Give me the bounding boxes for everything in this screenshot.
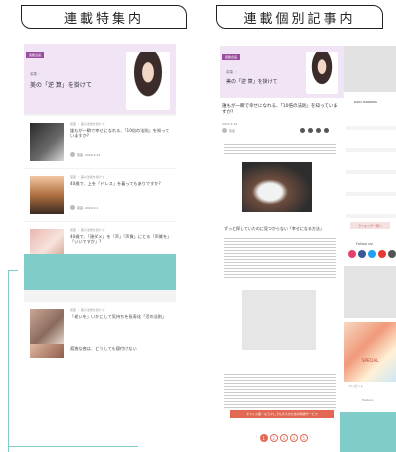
- card-meta: 茉菓 ・ 美の法則を掛けて: [70, 308, 105, 312]
- cta-label: オフィス美・もう少しでも大人のための情報サービス: [246, 412, 318, 416]
- card-date: 2022.4.19: [85, 152, 101, 157]
- card-title: 誰もが一瞬で幸せになれる、「10倍の法則」を知っていますか?: [70, 128, 170, 139]
- article-card[interactable]: 茉菓 ・ 美の法則を掛けて 40歳で、上を「ドレス」を着ってもありですか? 茉菓…: [24, 169, 176, 221]
- body-text-block: [224, 142, 336, 156]
- ranking-more-label: ランキング一覧へ: [358, 223, 382, 228]
- hero-title: 美の「逆 算」を掛けて: [226, 79, 278, 85]
- hero-title: 美の「逆 算」を掛けて: [30, 82, 92, 89]
- teal-outline-left: [8, 270, 18, 452]
- article-author: 茉菓: [222, 128, 235, 133]
- card-meta: 茉菓 ・ 美の法則を掛けて: [70, 175, 105, 179]
- share-icon[interactable]: [324, 128, 329, 133]
- ranking-heading: DAILY RANKING: [354, 100, 377, 104]
- card-thumbnail: [30, 176, 64, 214]
- card-author-name: 茉菓: [77, 152, 84, 157]
- tab-label: 連載個別記事内: [243, 11, 356, 27]
- youtube-icon[interactable]: [378, 250, 386, 258]
- tab-label: 連載特集内: [63, 11, 144, 27]
- sidebar-feature-banners: [344, 322, 396, 382]
- article-card[interactable]: 孤独な夜は、どうしても寝付けない: [24, 344, 176, 358]
- share-icons: [300, 128, 329, 133]
- card-author: 茉菓 2022.4.19: [70, 152, 100, 157]
- page-number[interactable]: 4: [289, 434, 298, 442]
- author-portrait: [126, 52, 170, 110]
- page-number[interactable]: 2: [269, 434, 278, 442]
- card-title: 40歳で、「顔ダメ」を「声」「声質」にとる「声質を」「いいですか」?: [70, 234, 172, 245]
- author-avatar: [70, 205, 75, 210]
- ranking-more-button[interactable]: ランキング一覧へ: [350, 222, 390, 229]
- article-hero: 連載企画 茉菓 ・ 美の「逆 算」を掛けて: [220, 46, 344, 98]
- page-number[interactable]: 5: [299, 434, 308, 442]
- page-number[interactable]: 3: [279, 434, 288, 442]
- instagram-icon[interactable]: [348, 250, 356, 258]
- article-date: 2022.4.19: [222, 122, 238, 126]
- article-sidebar: DAILY RANKING ランキング一覧へ Follow us! SPECIA…: [344, 46, 396, 406]
- page-next-icon[interactable]: ›: [310, 434, 312, 442]
- body-text-block: [224, 236, 336, 280]
- teal-outline-bottom: [8, 446, 138, 452]
- page: 連載特集内 連載個別記事内 連載企画 茉菓 ・ 美の「逆 算」を掛けて 茉菓 ・…: [0, 0, 396, 452]
- twitter-icon[interactable]: [368, 250, 376, 258]
- feature-heading: Feature: [362, 398, 374, 402]
- tab-series-article[interactable]: 連載個別記事内: [216, 5, 383, 29]
- ranking-list: [346, 108, 396, 218]
- author-name: 茉菓: [229, 128, 236, 133]
- article-card[interactable]: 茉菓 ・ 美の法則を掛けて 誰もが一瞬で幸せになれる、「10倍の法則」を知ってい…: [24, 116, 176, 168]
- cta-banner[interactable]: オフィス美・もう少しでも大人のための情報サービス: [230, 410, 334, 418]
- sidebar-banner: [344, 46, 396, 92]
- card-title: 孤独な夜は、どうしても寝付けない: [70, 346, 137, 351]
- hero-category: 茉菓 ・: [30, 72, 42, 76]
- page-number[interactable]: 1: [259, 434, 268, 442]
- share-icon[interactable]: [308, 128, 313, 133]
- share-icon[interactable]: [300, 128, 305, 133]
- share-icon[interactable]: [316, 128, 321, 133]
- hero-category: 茉菓 ・: [226, 70, 238, 74]
- social-icons: [348, 250, 396, 258]
- body-text-block: [224, 372, 336, 408]
- series-badge: 連載企画: [222, 54, 241, 60]
- special-banner-text: SPECIAL: [362, 358, 379, 363]
- pagination: ‹ 1 2 3 4 5 ›: [256, 434, 311, 442]
- article-image-placeholder: [242, 290, 316, 350]
- author-avatar: [222, 128, 227, 133]
- tab-series-feature[interactable]: 連載特集内: [21, 5, 187, 29]
- card-thumbnail: [30, 123, 64, 161]
- facebook-icon[interactable]: [358, 250, 366, 258]
- sidebar-ad-placeholder: [344, 266, 396, 318]
- teal-block-left: [24, 254, 176, 290]
- follow-heading: Follow us!: [356, 242, 374, 246]
- card-author: 茉菓 2022.4.1: [70, 205, 98, 210]
- series-badge: 連載企画: [26, 52, 45, 58]
- card-title: 「老いを」いかにして気持ちを長寿化「活の法則」: [70, 314, 167, 319]
- card-thumbnail: [30, 344, 64, 358]
- teal-block-right: [340, 412, 396, 452]
- card-title: 40歳で、上を「ドレス」を着ってもありですか?: [70, 181, 161, 186]
- author-avatar: [70, 152, 75, 157]
- card-meta: 茉菓 ・ 美の法則を掛けて: [70, 122, 105, 126]
- card-author-name: 茉菓: [77, 205, 84, 210]
- card-meta: 茉菓 ・ 美の法則を掛けて: [70, 228, 105, 232]
- section-heading: ずっと探していたのに見つからない「幸せになる方法」: [224, 226, 324, 231]
- article-photo: [242, 162, 312, 212]
- feature-page-mock: 連載企画 茉菓 ・ 美の「逆 算」を掛けて 茉菓 ・ 美の法則を掛けて 誰もが一…: [24, 44, 176, 358]
- page-prev-icon[interactable]: ‹: [256, 434, 258, 442]
- present-heading: プレゼント: [348, 384, 364, 388]
- card-date: 2022.4.1: [85, 205, 99, 210]
- author-portrait: [306, 52, 338, 94]
- feature-hero: 連載企画 茉菓 ・ 美の「逆 算」を掛けて: [24, 44, 176, 114]
- line-icon[interactable]: [388, 250, 396, 258]
- card-thumbnail: [30, 309, 64, 347]
- article-title: 誰もが一瞬で幸せになれる、「10倍の法則」を知っていますか?: [222, 104, 338, 115]
